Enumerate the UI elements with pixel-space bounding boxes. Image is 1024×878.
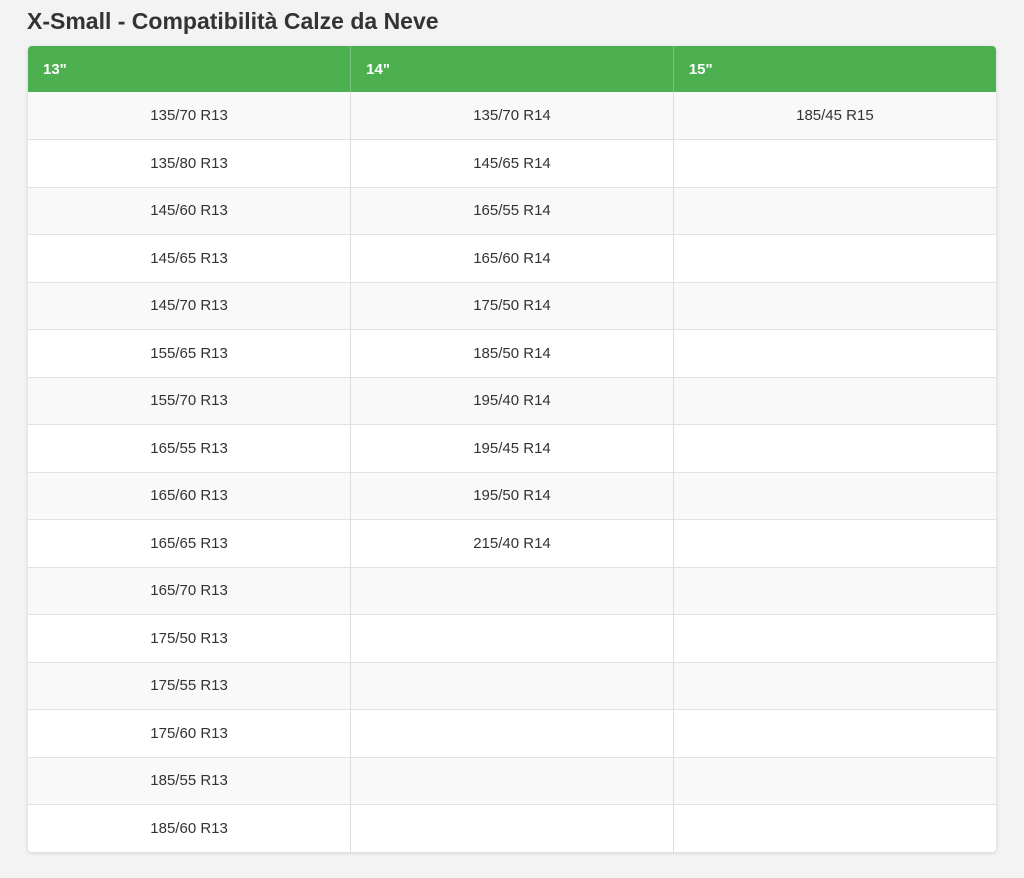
tire-size-cell-15 [673,709,996,757]
tire-size-cell-13: 185/60 R13 [28,804,352,852]
column-header-13: 13" [28,46,352,92]
tire-size-cell-13: 165/65 R13 [28,519,352,567]
table-row: 145/60 R13 165/55 R14 [28,186,996,235]
tire-size-cell-14: 165/60 R14 [350,234,674,282]
tire-size-cell-14: 195/50 R14 [350,471,674,520]
tire-size-cell-14: 185/50 R14 [350,329,674,377]
tire-size-cell-13: 135/70 R13 [28,92,352,140]
tire-size-cell-15 [673,519,996,567]
tire-size-cell-13: 145/65 R13 [28,234,352,282]
tire-size-cell-14 [350,614,674,662]
tire-size-cell-13: 155/65 R13 [28,329,352,377]
table-row: 165/55 R13 195/45 R14 [28,424,996,472]
table-row: 175/55 R13 [28,661,996,710]
tire-size-cell-15 [673,471,996,520]
tire-size-cell-13: 135/80 R13 [28,139,352,187]
compatibility-table: 13" 14" 15" 135/70 R13 135/70 R14 185/45 R… [28,46,996,852]
table-header-row: 13" 14" 15" [28,46,996,92]
table-body: 135/70 R13 135/70 R14 185/45 R15 135/80 R13… [28,92,996,852]
table-row: 155/70 R13 195/40 R14 [28,376,996,425]
tire-size-cell-14: 145/65 R14 [350,139,674,187]
tire-size-cell-15 [673,566,996,615]
table-row: 155/65 R13 185/50 R14 [28,329,996,377]
tire-size-cell-15 [673,661,996,710]
tire-size-cell-14: 195/40 R14 [350,376,674,425]
table-row: 135/70 R13 135/70 R14 185/45 R15 [28,92,996,140]
tire-size-cell-13: 175/50 R13 [28,614,352,662]
tire-size-cell-14: 165/55 R14 [350,186,674,235]
table-row: 135/80 R13 145/65 R14 [28,139,996,187]
tire-size-cell-13: 175/60 R13 [28,709,352,757]
tire-size-cell-14 [350,804,674,852]
tire-size-cell-14: 135/70 R14 [350,92,674,140]
tire-size-cell-13: 165/55 R13 [28,424,352,472]
tire-size-cell-14 [350,709,674,757]
tire-size-cell-15 [673,376,996,425]
table-row: 145/65 R13 165/60 R14 [28,234,996,282]
table-row: 175/60 R13 [28,709,996,757]
table-row: 185/55 R13 [28,756,996,805]
table-row: 165/70 R13 [28,566,996,615]
tire-size-cell-15: 185/45 R15 [673,92,996,140]
compatibility-table-card: 13" 14" 15" 135/70 R13 135/70 R14 185/45 R… [28,46,996,852]
tire-size-cell-15 [673,139,996,187]
tire-size-cell-15 [673,234,996,282]
tire-size-cell-14: 175/50 R14 [350,281,674,330]
tire-size-cell-15 [673,329,996,377]
tire-size-cell-14: 195/45 R14 [350,424,674,472]
tire-size-cell-13: 175/55 R13 [28,661,352,710]
column-header-14: 14" [350,46,674,92]
tire-size-cell-14 [350,566,674,615]
tire-size-cell-14 [350,756,674,805]
tire-size-cell-13: 155/70 R13 [28,376,352,425]
column-header-15: 15" [673,46,996,92]
tire-size-cell-13: 185/55 R13 [28,756,352,805]
tire-size-cell-14: 215/40 R14 [350,519,674,567]
tire-size-cell-15 [673,186,996,235]
table-row: 185/60 R13 [28,804,996,852]
table-row: 145/70 R13 175/50 R14 [28,281,996,330]
page-title: X-Small - Compatibilità Calze da Neve [27,8,439,34]
tire-size-cell-15 [673,424,996,472]
tire-size-cell-14 [350,661,674,710]
table-row: 165/65 R13 215/40 R14 [28,519,996,567]
tire-size-cell-13: 145/60 R13 [28,186,352,235]
tire-size-cell-13: 165/60 R13 [28,471,352,520]
tire-size-cell-13: 145/70 R13 [28,281,352,330]
tire-size-cell-13: 165/70 R13 [28,566,352,615]
table-row: 175/50 R13 [28,614,996,662]
tire-size-cell-15 [673,281,996,330]
tire-size-cell-15 [673,804,996,852]
table-row: 165/60 R13 195/50 R14 [28,471,996,520]
tire-size-cell-15 [673,614,996,662]
tire-size-cell-15 [673,756,996,805]
